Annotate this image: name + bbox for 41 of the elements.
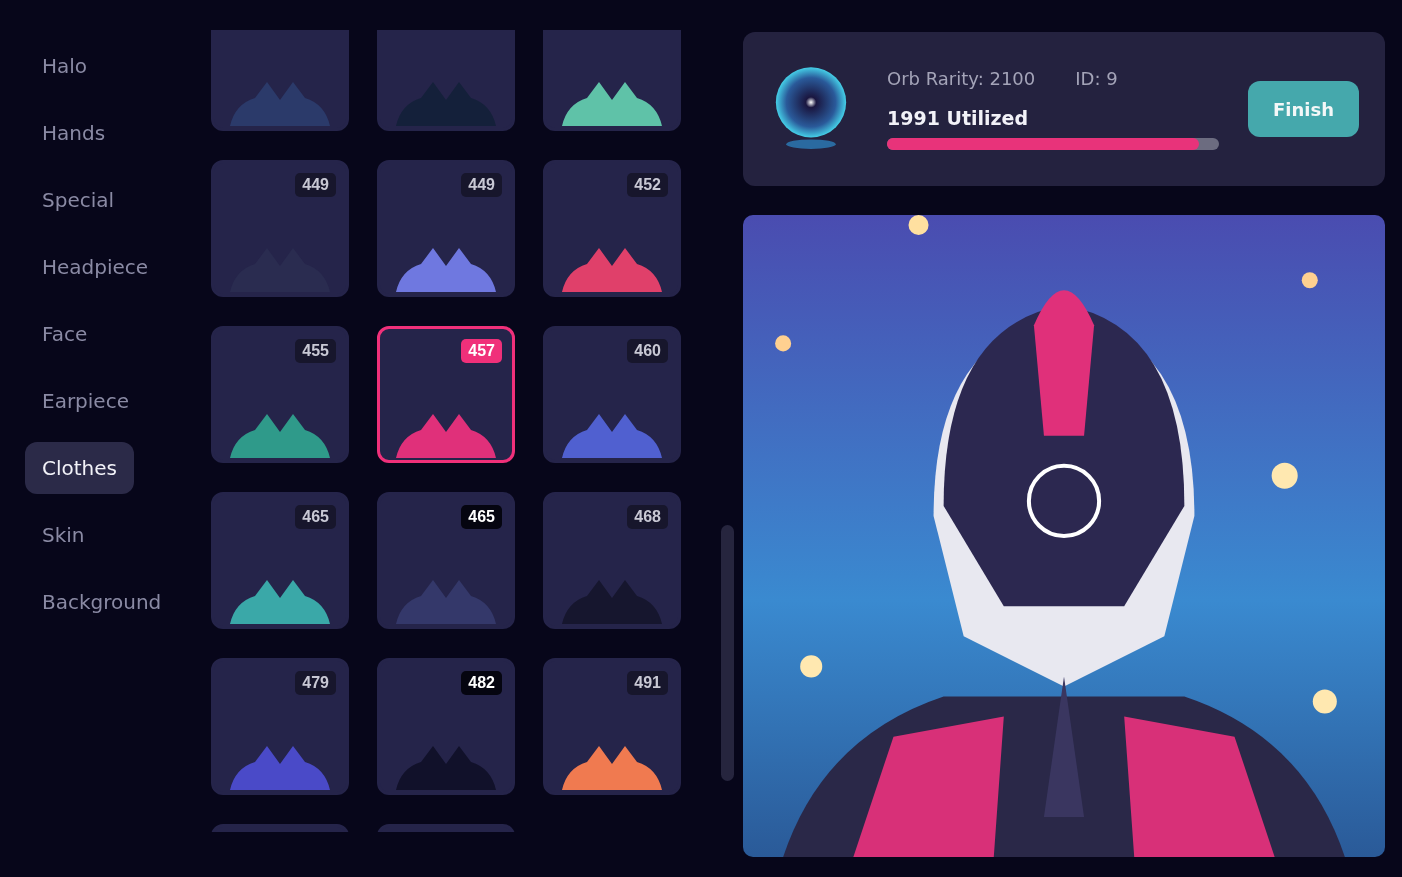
price-badge: 468 bbox=[627, 505, 668, 529]
sidebar-item[interactable]: Special bbox=[25, 174, 132, 226]
sidebar-item[interactable]: Halo bbox=[25, 40, 105, 92]
sidebar-item[interactable]: Skin bbox=[25, 509, 102, 561]
price-badge: 479 bbox=[295, 671, 336, 695]
clothing-tile[interactable] bbox=[543, 30, 681, 131]
sidebar-item[interactable]: Face bbox=[25, 308, 105, 360]
clothing-tile[interactable]: 457 bbox=[377, 326, 515, 463]
orb-rarity: Orb Rarity: 2100 bbox=[887, 68, 1036, 89]
sidebar-item[interactable]: Clothes bbox=[25, 442, 134, 494]
clothing-tile[interactable]: 465 bbox=[377, 492, 515, 629]
clothing-tile[interactable]: 460 bbox=[543, 326, 681, 463]
clothing-tile[interactable]: 479 bbox=[211, 658, 349, 795]
clothing-tile[interactable] bbox=[211, 30, 349, 131]
price-badge: 465 bbox=[295, 505, 336, 529]
price-badge: 449 bbox=[295, 173, 336, 197]
clothing-tile[interactable] bbox=[377, 30, 515, 131]
sidebar-item[interactable]: Hands bbox=[25, 107, 123, 159]
sidebar-item[interactable]: Earpiece bbox=[25, 375, 146, 427]
sidebar-item[interactable]: Background bbox=[25, 576, 179, 628]
orb-id: ID: 9 bbox=[1075, 68, 1118, 89]
price-badge: 460 bbox=[627, 339, 668, 363]
price-badge: 465 bbox=[461, 505, 502, 529]
scrollbar[interactable] bbox=[721, 525, 734, 781]
clothing-tile[interactable]: 465 bbox=[211, 492, 349, 629]
price-badge: 457 bbox=[461, 339, 502, 363]
orb-icon bbox=[773, 66, 849, 152]
price-badge: 491 bbox=[627, 671, 668, 695]
clothing-tile[interactable]: 482 bbox=[377, 658, 515, 795]
utilized-label: 1991 Utilized bbox=[887, 107, 1030, 129]
sidebar-item[interactable]: Headpiece bbox=[25, 241, 166, 293]
price-badge: 452 bbox=[627, 173, 668, 197]
clothing-tile[interactable]: 455 bbox=[211, 326, 349, 463]
price-badge: 482 bbox=[461, 671, 502, 695]
clothing-tile[interactable]: 491 bbox=[543, 658, 681, 795]
clothing-tile[interactable]: 449 bbox=[211, 160, 349, 297]
price-badge: 455 bbox=[295, 339, 336, 363]
price-badge: 449 bbox=[461, 173, 502, 197]
clothing-tile[interactable]: 468 bbox=[543, 492, 681, 629]
clothing-tile[interactable]: 449 bbox=[377, 160, 515, 297]
clothing-tile[interactable]: 452 bbox=[543, 160, 681, 297]
